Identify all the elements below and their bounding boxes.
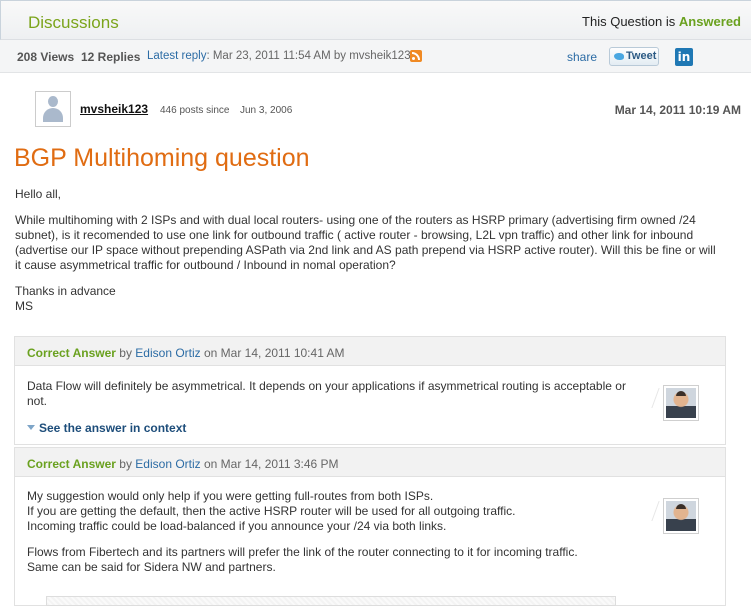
correct-answer-2: Correct Answer by Edison Ortiz on Mar 14…	[14, 447, 726, 606]
author-link[interactable]: mvsheik123	[80, 102, 148, 116]
author-posts: 446 posts since	[160, 105, 230, 116]
author-avatar[interactable]	[35, 91, 71, 127]
tweet-label: Tweet	[626, 50, 657, 62]
profile-photo	[666, 501, 696, 531]
latest-reply[interactable]: Latest reply: Mar 23, 2011 11:54 AM by m…	[147, 50, 411, 62]
discussion-header: Discussions This Question is Answered	[0, 0, 751, 40]
answer-by: by	[119, 457, 132, 471]
answer-author-link[interactable]: Edison Ortiz	[135, 457, 200, 471]
post-signature: MS	[15, 299, 33, 313]
share-label[interactable]: share	[567, 50, 597, 64]
answer-text-line: My suggestion would only help if you wer…	[27, 489, 434, 503]
caret-down-icon	[27, 425, 35, 430]
answer-text-line: Incoming traffic could be load-balanced …	[27, 519, 447, 533]
correct-answer-label: Correct Answer	[27, 457, 116, 471]
speech-pointer	[636, 388, 660, 408]
answer-by: by	[119, 346, 132, 360]
answer-author-link[interactable]: Edison Ortiz	[135, 346, 200, 360]
answer-header: Correct Answer by Edison Ortiz on Mar 14…	[15, 448, 725, 477]
question-status: This Question is Answered	[582, 14, 741, 29]
correct-answer-1: Correct Answer by Edison Ortiz on Mar 14…	[14, 336, 726, 445]
answer-author-avatar[interactable]	[663, 498, 699, 534]
code-box	[46, 596, 616, 606]
answer-text-line: Same can be said for Sidera NW and partn…	[27, 560, 276, 574]
user-silhouette-icon	[43, 96, 63, 122]
section-title: Discussions	[28, 13, 119, 32]
correct-answer-label: Correct Answer	[27, 346, 116, 360]
answer-author-avatar[interactable]	[663, 385, 699, 421]
latest-reply-label[interactable]: Latest reply	[147, 50, 206, 62]
answer-date: on Mar 14, 2011 10:41 AM	[204, 346, 345, 360]
linkedin-icon[interactable]: in	[675, 48, 693, 66]
status-prefix: This Question is	[582, 14, 676, 29]
rss-icon[interactable]	[410, 50, 422, 62]
post-greeting: Hello all,	[15, 187, 62, 201]
speech-pointer	[636, 501, 660, 521]
answer-text: Data Flow will definitely be asymmetrica…	[27, 379, 626, 408]
answer-date: on Mar 14, 2011 3:46 PM	[204, 457, 339, 471]
latest-reply-info: : Mar 23, 2011 11:54 AM by mvsheik123	[206, 50, 411, 62]
question-title: BGP Multihoming question	[14, 144, 310, 172]
discussion-meta-bar: 208 Views 12 Replies Latest reply: Mar 2…	[0, 40, 751, 73]
answer-text-line: If you are getting the default, then the…	[27, 504, 516, 518]
views-count: 208 Views	[17, 50, 75, 64]
answer-header: Correct Answer by Edison Ortiz on Mar 14…	[15, 337, 725, 366]
author-since-date: Jun 3, 2006	[240, 105, 293, 116]
twitter-bird-icon	[614, 53, 624, 60]
see-answer-label[interactable]: See the answer in context	[39, 421, 186, 435]
tweet-button[interactable]: Tweet	[609, 47, 659, 66]
status-value: Answered	[678, 14, 741, 29]
post-date: Mar 14, 2011 10:19 AM	[614, 103, 741, 117]
replies-count: 12 Replies	[81, 50, 141, 64]
profile-photo	[666, 388, 696, 418]
post-body: While multihoming with 2 ISPs and with d…	[15, 213, 716, 272]
post-thanks: Thanks in advance	[15, 284, 116, 298]
see-answer-in-context-link[interactable]: See the answer in context	[27, 421, 186, 436]
answer-text-line: Flows from Fibertech and its partners wi…	[27, 545, 578, 559]
